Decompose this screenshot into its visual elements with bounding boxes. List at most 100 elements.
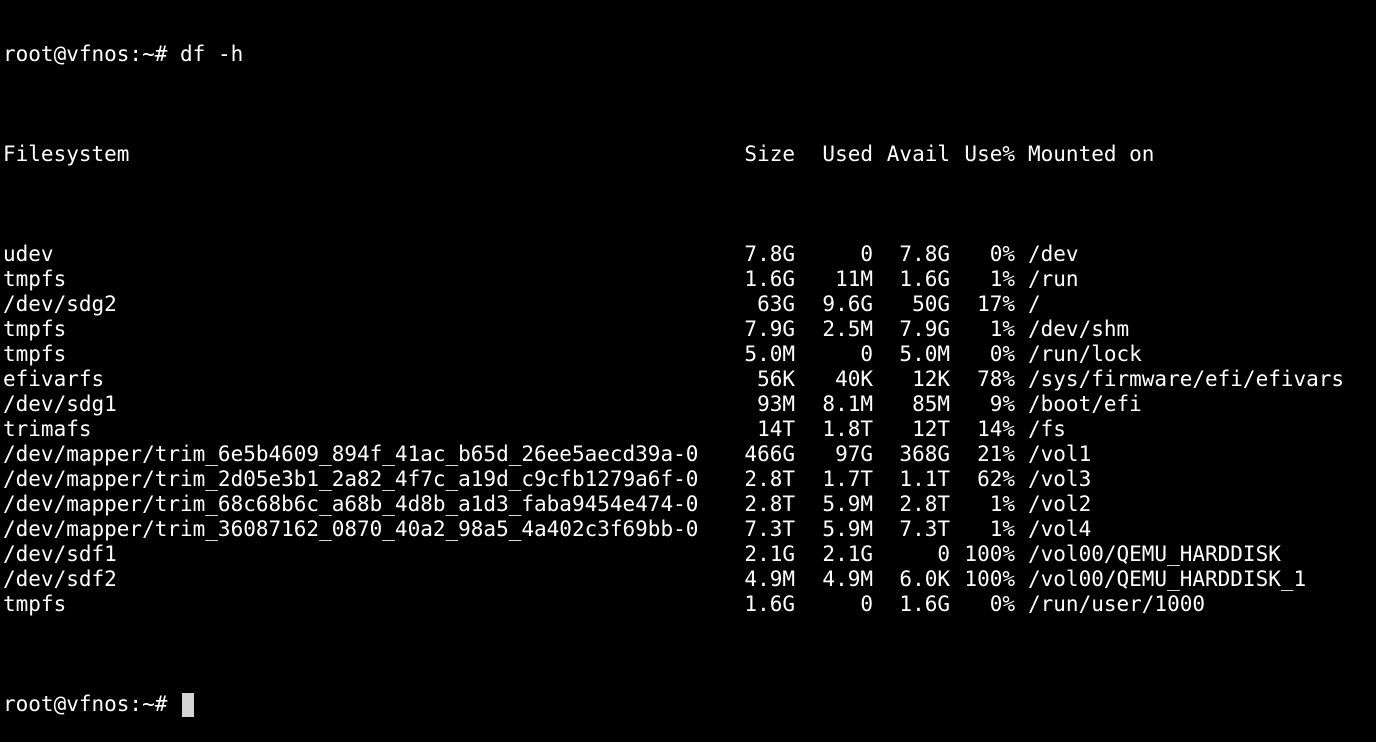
- row-filesystem: /dev/mapper/trim_68c68b6c_a68b_4d8b_a1d3…: [3, 492, 699, 516]
- row-size: 93M: [757, 392, 795, 416]
- row-filesystem: tmpfs: [3, 317, 67, 341]
- row-filesystem: /dev/sdg2: [3, 292, 117, 316]
- row-use-percent: 1%: [989, 317, 1015, 341]
- row-used: 8.1M: [822, 392, 873, 416]
- row-mounted-on: /dev: [1028, 242, 1079, 266]
- header-used: Used: [822, 142, 873, 166]
- row-filesystem: tmpfs: [3, 267, 67, 291]
- row-avail: 12T: [912, 417, 950, 441]
- row-use-percent: 100%: [964, 542, 1015, 566]
- row-filesystem: /dev/sdf2: [3, 567, 117, 591]
- row-size: 4.9M: [744, 567, 795, 591]
- row-filesystem: /dev/mapper/trim_2d05e3b1_2a82_4f7c_a19d…: [3, 467, 699, 491]
- row-mounted-on: /run/user/1000: [1028, 592, 1206, 616]
- row-avail: 368G: [899, 442, 950, 466]
- table-row: tmpfs 5.0M 0 5.0M 0% /run/lock: [3, 342, 1373, 367]
- row-filesystem: /dev/sdg1: [3, 392, 117, 416]
- row-size: 7.3T: [744, 517, 795, 541]
- row-use-percent: 21%: [977, 442, 1015, 466]
- table-row: tmpfs 7.9G 2.5M 7.9G 1% /dev/shm: [3, 317, 1373, 342]
- row-used: 1.7T: [822, 467, 873, 491]
- row-mounted-on: /fs: [1028, 417, 1066, 441]
- table-row: /dev/sdf1 2.1G 2.1G 0 100% /vol00/QEMU_HARDDI…: [3, 542, 1373, 567]
- row-use-percent: 0%: [989, 342, 1015, 366]
- terminal-window[interactable]: root@vfnos:~# df -h Filesystem Size Used…: [3, 0, 1373, 742]
- table-row: /dev/mapper/trim_6e5b4609_894f_41ac_b65d…: [3, 442, 1373, 467]
- row-used: 1.8T: [822, 417, 873, 441]
- row-used: 0: [860, 592, 873, 616]
- table-row: efivarfs 56K 40K 12K 78% /sys/firmware/efi/ef…: [3, 367, 1373, 392]
- row-size: 5.0M: [744, 342, 795, 366]
- row-size: 466G: [744, 442, 795, 466]
- header-size: Size: [744, 142, 795, 166]
- row-size: 2.1G: [744, 542, 795, 566]
- text-cursor: [182, 692, 195, 717]
- row-filesystem: /dev/mapper/trim_36087162_0870_40a2_98a5…: [3, 517, 699, 541]
- row-size: 2.8T: [744, 467, 795, 491]
- current-prompt-line[interactable]: root@vfnos:~#: [3, 692, 1373, 717]
- row-used: 5.9M: [822, 492, 873, 516]
- row-mounted-on: /vol00/QEMU_HARDDISK_1: [1028, 567, 1307, 591]
- row-size: 1.6G: [744, 267, 795, 291]
- row-size: 2.8T: [744, 492, 795, 516]
- row-avail: 85M: [912, 392, 950, 416]
- row-used: 2.5M: [822, 317, 873, 341]
- row-filesystem: tmpfs: [3, 342, 67, 366]
- shell-prompt: root@vfnos:~#: [3, 42, 168, 66]
- table-header: Filesystem Size Used Avail Use% Mounted …: [3, 142, 1373, 167]
- row-avail: 7.3T: [899, 517, 950, 541]
- row-avail: 7.9G: [899, 317, 950, 341]
- row-use-percent: 1%: [989, 517, 1015, 541]
- row-avail: 50G: [912, 292, 950, 316]
- row-avail: 5.0M: [899, 342, 950, 366]
- row-mounted-on: /sys/firmware/efi/efivars: [1028, 367, 1345, 391]
- table-row: /dev/mapper/trim_2d05e3b1_2a82_4f7c_a19d…: [3, 467, 1373, 492]
- row-size: 7.8G: [744, 242, 795, 266]
- row-avail: 1.6G: [899, 267, 950, 291]
- row-used: 40K: [835, 367, 873, 391]
- table-row: /dev/mapper/trim_36087162_0870_40a2_98a5…: [3, 517, 1373, 542]
- row-avail: 2.8T: [899, 492, 950, 516]
- row-filesystem: trimafs: [3, 417, 92, 441]
- row-mounted-on: /vol3: [1028, 467, 1092, 491]
- row-size: 7.9G: [744, 317, 795, 341]
- row-size: 56K: [757, 367, 795, 391]
- row-mounted-on: /run: [1028, 267, 1079, 291]
- row-filesystem: efivarfs: [3, 367, 105, 391]
- row-avail: 1.1T: [899, 467, 950, 491]
- row-use-percent: 62%: [977, 467, 1015, 491]
- row-use-percent: 0%: [989, 592, 1015, 616]
- row-mounted-on: /vol00/QEMU_HARDDISK: [1028, 542, 1281, 566]
- row-size: 63G: [757, 292, 795, 316]
- row-size: 14T: [757, 417, 795, 441]
- row-used: 11M: [835, 267, 873, 291]
- row-use-percent: 1%: [989, 267, 1015, 291]
- row-used: 0: [860, 342, 873, 366]
- row-filesystem: /dev/sdf1: [3, 542, 117, 566]
- row-mounted-on: /vol2: [1028, 492, 1092, 516]
- table-row: /dev/mapper/trim_68c68b6c_a68b_4d8b_a1d3…: [3, 492, 1373, 517]
- row-filesystem: tmpfs: [3, 592, 67, 616]
- row-used: 2.1G: [822, 542, 873, 566]
- row-avail: 1.6G: [899, 592, 950, 616]
- row-avail: 7.8G: [899, 242, 950, 266]
- shell-prompt: root@vfnos:~#: [3, 692, 168, 716]
- row-mounted-on: /dev/shm: [1028, 317, 1130, 341]
- row-filesystem: /dev/mapper/trim_6e5b4609_894f_41ac_b65d…: [3, 442, 699, 466]
- table-row: /dev/sdf2 4.9M 4.9M 6.0K 100% /vol00/QEMU_HAR…: [3, 567, 1373, 592]
- row-avail: 0: [937, 542, 950, 566]
- header-use-percent: Use%: [964, 142, 1015, 166]
- row-avail: 12K: [912, 367, 950, 391]
- row-use-percent: 1%: [989, 492, 1015, 516]
- table-row: udev 7.8G 0 7.8G 0% /dev: [3, 242, 1373, 267]
- row-use-percent: 100%: [964, 567, 1015, 591]
- row-avail: 6.0K: [899, 567, 950, 591]
- header-filesystem: Filesystem: [3, 142, 130, 166]
- table-row: tmpfs 1.6G 11M 1.6G 1% /run: [3, 267, 1373, 292]
- row-filesystem: udev: [3, 242, 54, 266]
- command-text: df -h: [180, 42, 244, 66]
- row-use-percent: 78%: [977, 367, 1015, 391]
- table-row: /dev/sdg1 93M 8.1M 85M 9% /boot/efi: [3, 392, 1373, 417]
- command-line: root@vfnos:~# df -h: [3, 42, 1373, 67]
- row-use-percent: 14%: [977, 417, 1015, 441]
